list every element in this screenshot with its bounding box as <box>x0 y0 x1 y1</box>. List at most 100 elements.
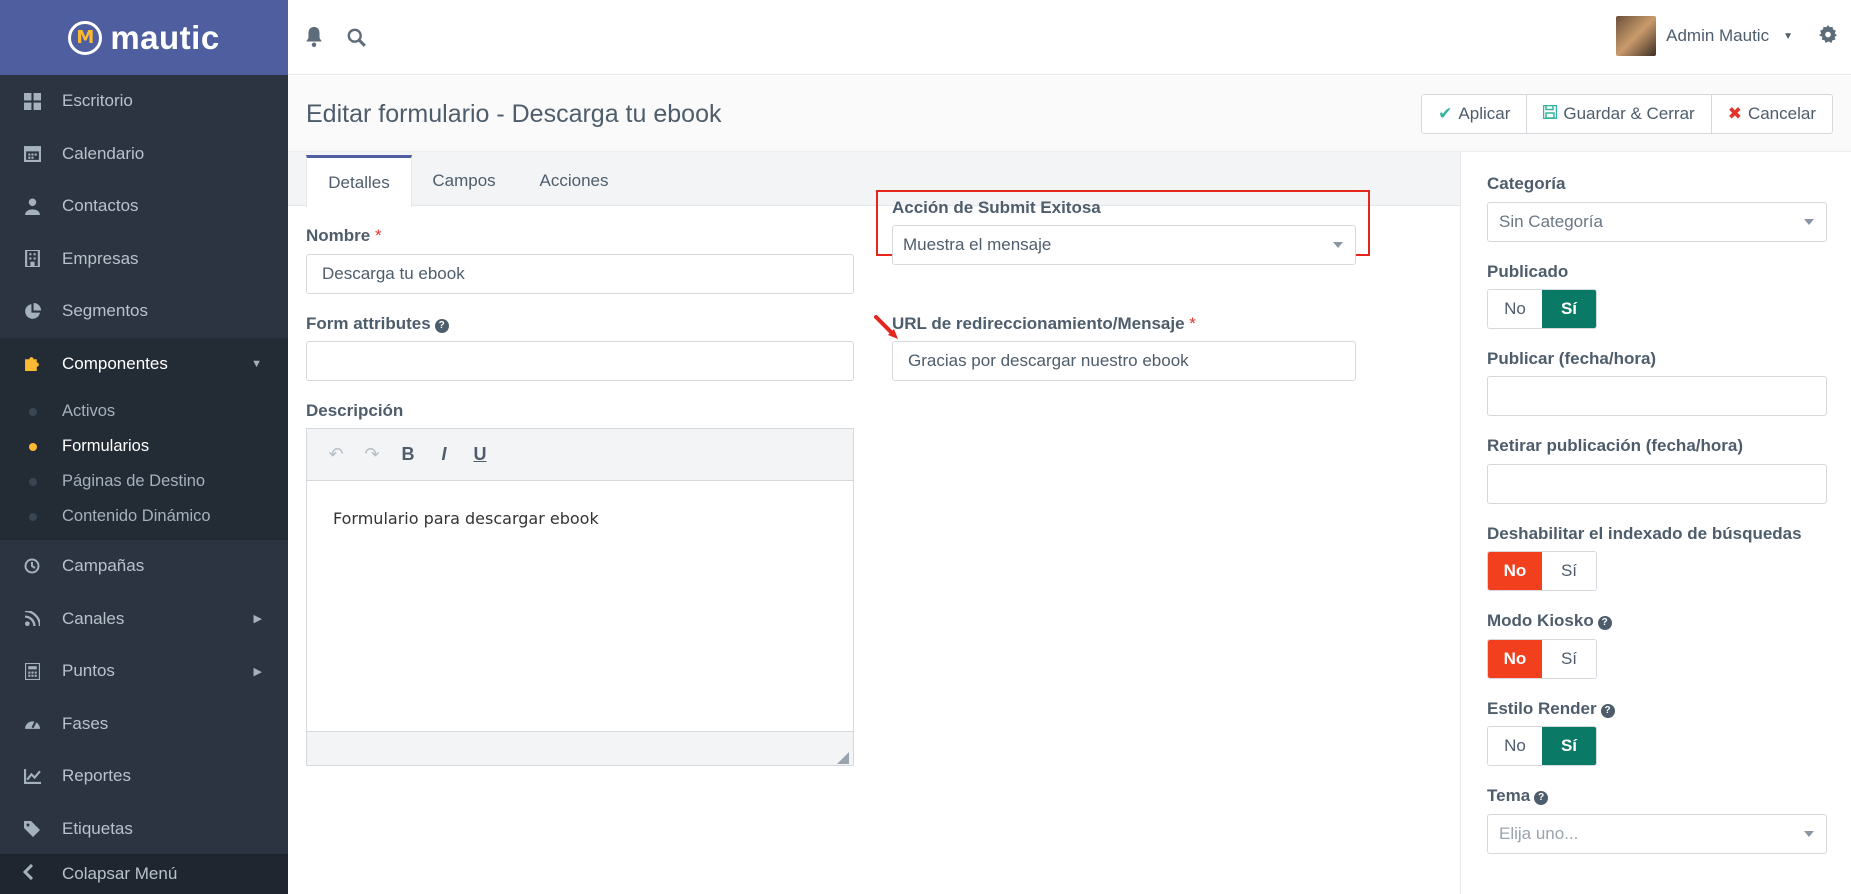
kiosk-label: Modo Kiosko? <box>1487 611 1612 631</box>
theme-label: Tema? <box>1487 786 1549 806</box>
no-index-no-option[interactable]: No <box>1488 552 1542 590</box>
publish-down-input[interactable] <box>1487 464 1827 504</box>
publish-down-label: Retirar publicación (fecha/hora) <box>1487 436 1743 455</box>
save-close-button[interactable]: Guardar & Cerrar <box>1527 95 1712 133</box>
sidebar-item-label: Reportes <box>62 766 131 786</box>
top-navbar: Admin Mautic ▼ <box>288 0 1851 75</box>
line-chart-icon <box>22 766 42 786</box>
sidebar-item-fases[interactable]: Fases <box>0 698 288 751</box>
theme-placeholder: Elija uno... <box>1499 824 1579 843</box>
tag-icon <box>22 819 42 839</box>
sidebar-item-escritorio[interactable]: Escritorio <box>0 75 288 128</box>
componentes-submenu: Activos Formularios Páginas de Destino C… <box>0 390 288 540</box>
form-attributes-input[interactable] <box>306 341 854 381</box>
help-icon[interactable]: ? <box>1597 616 1612 630</box>
sidebar-item-label: Campañas <box>62 556 145 576</box>
sidebar-item-canales[interactable]: Canales ▶ <box>0 593 288 646</box>
apply-button[interactable]: ✔ Aplicar <box>1422 95 1528 133</box>
sidebar-subitem-contenido-dinamico[interactable]: Contenido Dinámico <box>0 499 288 534</box>
page-title: Editar formulario - Descarga tu ebook <box>306 100 722 128</box>
render-style-yes-option[interactable]: Sí <box>1542 727 1596 765</box>
kiosk-no-option[interactable]: No <box>1488 640 1542 678</box>
sidebar-item-etiquetas[interactable]: Etiquetas <box>0 803 288 856</box>
chevron-right-icon: ▶ <box>253 665 262 678</box>
tab-campos[interactable]: Campos <box>412 155 516 207</box>
bell-icon[interactable] <box>302 25 326 49</box>
calendar-icon <box>22 144 42 164</box>
sidebar-item-componentes[interactable]: Componentes ▼ <box>0 337 288 390</box>
brand-name: mautic <box>110 18 220 56</box>
bullet-icon <box>29 477 37 486</box>
check-icon: ✔ <box>1438 104 1453 123</box>
sidebar-item-segmentos[interactable]: Segmentos <box>0 285 288 338</box>
help-icon[interactable]: ? <box>1534 791 1549 805</box>
sidebar-item-label: Escritorio <box>62 91 133 111</box>
theme-select[interactable]: Elija uno... <box>1487 814 1827 854</box>
name-input[interactable]: Descarga tu ebook <box>306 254 854 294</box>
user-menu[interactable]: Admin Mautic ▼ <box>1616 16 1793 56</box>
sidebar-item-label: Segmentos <box>62 301 148 321</box>
sidebar-subitem-paginas-destino[interactable]: Páginas de Destino <box>0 464 288 499</box>
building-icon <box>22 249 42 269</box>
cancel-button[interactable]: ✖ Cancelar <box>1712 95 1832 133</box>
resize-handle-icon[interactable] <box>837 749 849 764</box>
submit-action-value: Muestra el mensaje <box>903 235 1052 254</box>
published-toggle: No Sí <box>1487 289 1597 329</box>
subitem-label: Contenido Dinámico <box>62 507 211 525</box>
sidebar-item-contactos[interactable]: Contactos <box>0 180 288 233</box>
editor-content[interactable]: Formulario para descargar ebook <box>307 481 853 556</box>
redo-icon[interactable]: ↷ <box>361 444 383 466</box>
published-label: Publicado <box>1487 262 1569 281</box>
editor-toolbar: ↶ ↷ B I U <box>307 429 853 481</box>
collapse-menu-label: Colapsar Menú <box>62 864 178 883</box>
tab-acciones[interactable]: Acciones <box>516 155 632 207</box>
rss-icon <box>22 609 42 629</box>
category-select[interactable]: Sin Categoría <box>1487 202 1827 242</box>
published-yes-option[interactable]: Sí <box>1542 290 1596 328</box>
publish-up-input[interactable] <box>1487 376 1827 416</box>
search-icon[interactable] <box>344 25 368 49</box>
kiosk-yes-option[interactable]: Sí <box>1542 640 1596 678</box>
gear-icon[interactable] <box>1819 25 1841 47</box>
sidebar-subitem-activos[interactable]: Activos <box>0 394 288 429</box>
no-index-toggle: No Sí <box>1487 551 1597 591</box>
caret-down-icon: ▼ <box>1783 30 1793 42</box>
page-header: Editar formulario - Descarga tu ebook ✔ … <box>288 76 1851 152</box>
category-label: Categoría <box>1487 174 1566 193</box>
main-nav-continued: Campañas Canales ▶ Puntos ▶ Fases Report… <box>0 540 288 855</box>
collapse-menu-button[interactable]: Colapsar Menú <box>0 854 288 894</box>
sidebar-item-label: Componentes <box>62 353 168 373</box>
sidebar-subitem-formularios[interactable]: Formularios <box>0 429 288 464</box>
brand-logo[interactable]: M mautic <box>0 0 288 75</box>
render-style-no-option[interactable]: No <box>1488 727 1542 765</box>
submit-action-select[interactable]: Muestra el mensaje <box>892 225 1356 265</box>
help-icon[interactable]: ? <box>434 319 449 333</box>
render-style-label: Estilo Render? <box>1487 699 1615 719</box>
bold-button[interactable]: B <box>397 444 419 466</box>
save-icon <box>1543 104 1558 124</box>
published-no-option[interactable]: No <box>1488 290 1542 328</box>
undo-icon[interactable]: ↶ <box>325 444 347 466</box>
subitem-label: Formularios <box>62 437 150 455</box>
chevron-down-icon: ▼ <box>251 357 262 370</box>
sidebar-item-puntos[interactable]: Puntos ▶ <box>0 645 288 698</box>
category-value: Sin Categoría <box>1499 212 1603 231</box>
sidebar-item-calendario[interactable]: Calendario <box>0 128 288 181</box>
sidebar: M mautic Escritorio Calendario Contactos… <box>0 0 288 894</box>
header-button-group: ✔ Aplicar Guardar & Cerrar ✖ Cancelar <box>1421 94 1833 134</box>
user-icon <box>22 196 42 216</box>
tab-detalles[interactable]: Detalles <box>306 155 412 207</box>
sidebar-item-reportes[interactable]: Reportes <box>0 750 288 803</box>
sidebar-item-label: Fases <box>62 713 109 733</box>
name-label: Nombre * <box>306 226 382 245</box>
sidebar-item-empresas[interactable]: Empresas <box>0 233 288 286</box>
redirect-message-input[interactable]: Gracias por descargar nuestro ebook <box>892 341 1356 381</box>
render-style-toggle: No Sí <box>1487 726 1597 766</box>
italic-button[interactable]: I <box>433 444 455 466</box>
sidebar-item-campanas[interactable]: Campañas <box>0 540 288 593</box>
help-icon[interactable]: ? <box>1600 704 1615 718</box>
no-index-yes-option[interactable]: Sí <box>1542 552 1596 590</box>
underline-button[interactable]: U <box>469 444 491 466</box>
calculator-icon <box>22 661 42 681</box>
dashboard-icon <box>22 91 42 111</box>
